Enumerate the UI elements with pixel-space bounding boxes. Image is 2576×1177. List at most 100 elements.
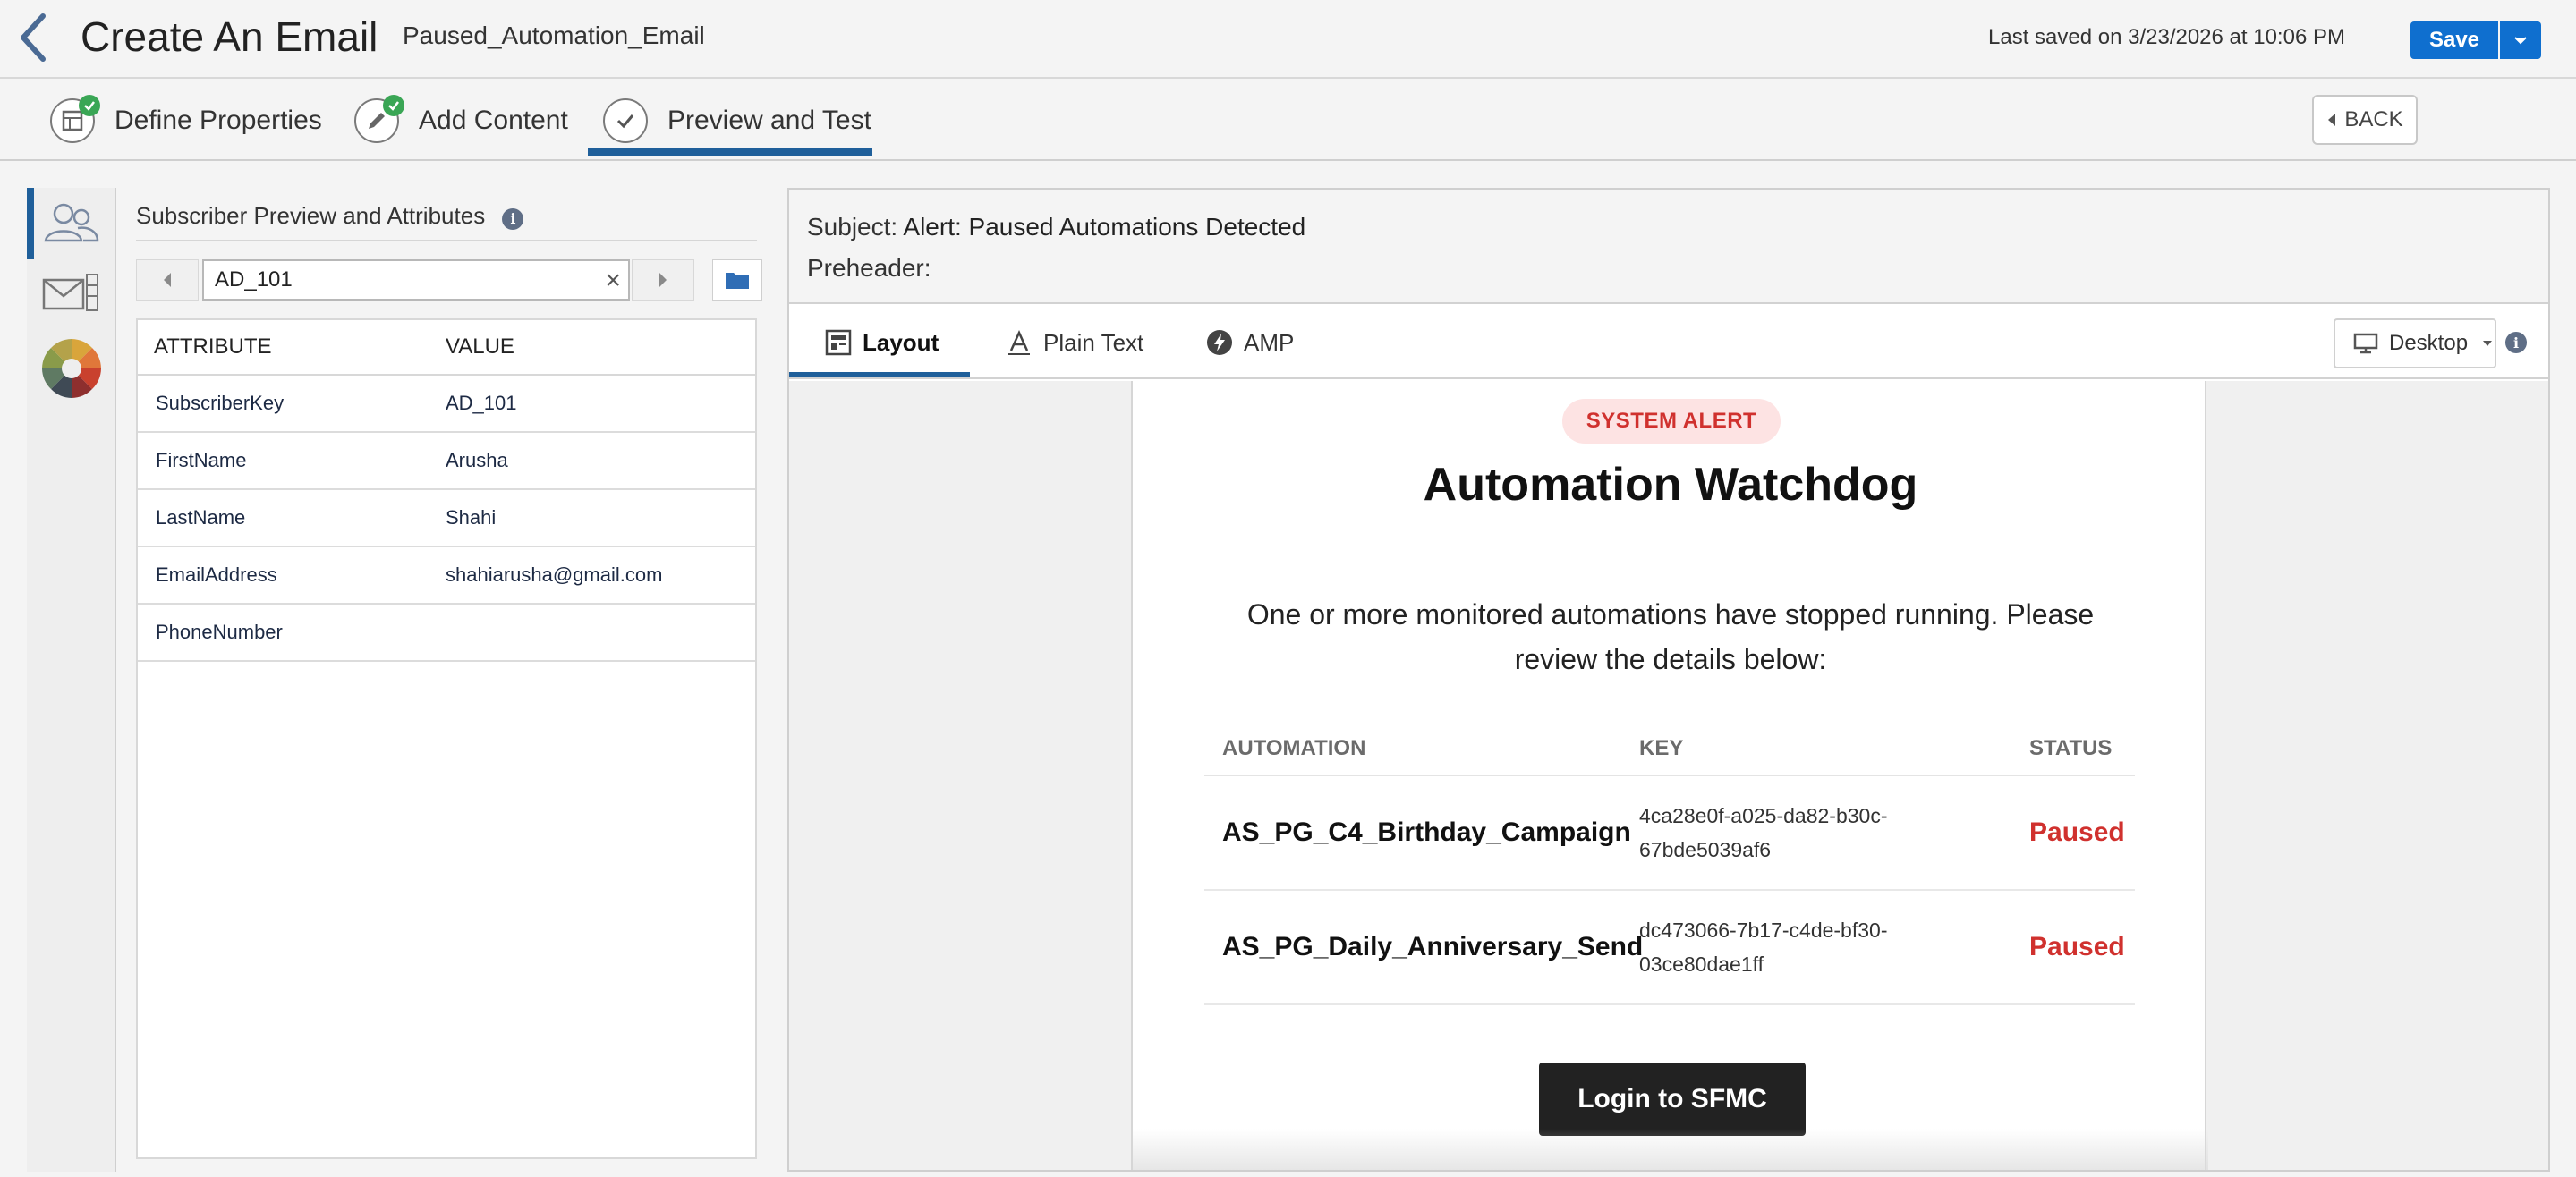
step-add-content[interactable]: Add Content <box>354 93 568 148</box>
next-subscriber-button[interactable] <box>632 259 694 301</box>
column-header: AUTOMATION <box>1222 736 1366 760</box>
previous-subscriber-button[interactable] <box>136 259 199 301</box>
define-properties-icon <box>50 95 100 143</box>
save-options-dropdown[interactable] <box>2500 21 2541 59</box>
layout-icon <box>825 329 852 356</box>
automations-table: AUTOMATION KEY STATUS AS_PG_C4_Birthday_… <box>1204 723 2135 1005</box>
email-preview-pane: Subject: Alert: Paused Automations Detec… <box>787 188 2550 1172</box>
key-line: dc473066-7b17-c4de-bf30- <box>1639 919 1888 942</box>
login-to-sfmc-button[interactable]: Login to SFMC <box>1539 1063 1806 1136</box>
subject-text: Alert: Paused Automations Detected <box>903 213 1306 241</box>
attribute-name: PhoneNumber <box>156 621 283 643</box>
complete-check-icon <box>383 95 404 116</box>
tab-label: Plain Text <box>1043 328 1144 356</box>
automation-name: AS_PG_Daily_Anniversary_Send <box>1222 932 1644 961</box>
clear-icon[interactable]: × <box>605 267 621 295</box>
preview-test-icon <box>603 98 648 143</box>
color-wheel-icon <box>42 339 101 398</box>
tab-label: AMP <box>1244 328 1295 356</box>
step-label: Add Content <box>419 106 568 135</box>
step-define-properties[interactable]: Define Properties <box>50 93 322 148</box>
subject-row: Subject: Alert: Paused Automations Detec… <box>807 213 1305 241</box>
key-line: 03ce80dae1ff <box>1639 953 1764 976</box>
attribute-value: AD_101 <box>446 392 517 414</box>
subscriber-preview-tool[interactable] <box>27 188 116 259</box>
system-alert-badge: SYSTEM ALERT <box>1562 399 1781 444</box>
caret-right-icon <box>659 273 667 287</box>
panel-title: Subscriber Preview and Attributes i <box>136 202 524 230</box>
desktop-icon <box>2353 333 2378 354</box>
step-label: Preview and Test <box>667 106 871 135</box>
back-button-label: BACK <box>2344 107 2403 131</box>
column-header: ATTRIBUTE <box>154 334 272 359</box>
column-header: STATUS <box>2029 736 2113 760</box>
divider <box>136 240 757 241</box>
subject-label: Subject: <box>807 213 898 241</box>
tab-plain-text[interactable]: Plain Text <box>1006 306 1143 379</box>
page-title: Create An Email <box>81 13 378 60</box>
attribute-name: LastName <box>156 506 246 529</box>
preheader-row: Preheader: <box>807 254 931 283</box>
email-body: SYSTEM ALERT Automation Watchdog One or … <box>1131 381 2208 1170</box>
color-contrast-tool[interactable] <box>27 333 116 404</box>
column-header: KEY <box>1639 736 1684 760</box>
device-dropdown[interactable]: Desktop <box>2334 318 2496 368</box>
email-intro-text: One or more monitored automations have s… <box>1246 598 2095 675</box>
attributes-table: ATTRIBUTE VALUE SubscriberKey AD_101 Fir… <box>136 318 757 1159</box>
panel-title-text: Subscriber Preview and Attributes <box>136 202 486 229</box>
table-row: PhoneNumber <box>138 605 755 662</box>
email-meta: Subject: Alert: Paused Automations Detec… <box>789 190 2548 304</box>
add-content-icon <box>354 95 404 143</box>
save-button[interactable]: Save <box>2410 21 2498 59</box>
last-saved-text: Last saved on 3/23/2026 at 10:06 PM <box>1988 25 2345 49</box>
email-name: Paused_Automation_Email <box>403 21 705 49</box>
preview-tools-rail <box>27 188 116 1172</box>
back-arrow-icon[interactable] <box>16 11 52 64</box>
attribute-value: shahiarusha@gmail.com <box>446 563 663 586</box>
tab-layout[interactable]: Layout <box>825 306 939 379</box>
top-header: Create An Email Paused_Automation_Email … <box>0 0 2576 79</box>
active-tab-indicator <box>789 372 970 377</box>
folder-icon <box>726 273 749 289</box>
automation-key: dc473066-7b17-c4de-bf30- 03ce80dae1ff <box>1621 913 2011 981</box>
preheader-label: Preheader: <box>807 254 931 282</box>
browse-subscribers-button[interactable] <box>712 259 762 301</box>
device-label: Desktop <box>2389 331 2469 355</box>
preview-tabs: Layout Plain Text AMP Desktop i <box>789 306 2548 379</box>
table-row: AS_PG_C4_Birthday_Campaign 4ca28e0f-a025… <box>1204 776 2135 891</box>
subscriber-attributes-panel: Subscriber Preview and Attributes i AD_1… <box>118 188 771 1172</box>
subscriber-search-input[interactable]: AD_101 × <box>202 259 630 301</box>
caret-left-icon <box>164 273 171 287</box>
amp-bolt-icon <box>1207 330 1232 355</box>
wizard-steps: Define Properties Add Content Preview an… <box>0 80 2576 161</box>
attribute-name: SubscriberKey <box>156 392 285 414</box>
email-test-icon <box>42 274 98 311</box>
text-icon <box>1008 329 1030 355</box>
key-line: 67bde5039af6 <box>1639 838 1772 861</box>
status-label: Paused <box>2029 932 2125 961</box>
status-label: Paused <box>2029 817 2125 847</box>
attributes-table-header: ATTRIBUTE VALUE <box>138 320 755 376</box>
attribute-value: Shahi <box>446 506 497 529</box>
chevron-down-icon <box>2483 341 2493 346</box>
email-canvas: SYSTEM ALERT Automation Watchdog One or … <box>789 381 2548 1170</box>
column-header: VALUE <box>446 334 514 359</box>
complete-check-icon <box>79 95 100 116</box>
table-row: FirstName Arusha <box>138 433 755 490</box>
info-icon[interactable]: i <box>502 207 524 230</box>
attribute-name: FirstName <box>156 449 247 471</box>
step-preview-and-test[interactable]: Preview and Test <box>603 93 871 148</box>
table-row: LastName Shahi <box>138 490 755 547</box>
caret-left-icon <box>2328 114 2336 126</box>
back-button[interactable]: BACK <box>2312 95 2418 145</box>
info-icon[interactable]: i <box>2505 332 2527 353</box>
attribute-value: Arusha <box>446 449 508 471</box>
scroll-fade <box>1133 1129 2208 1170</box>
tab-amp[interactable]: AMP <box>1206 306 1294 379</box>
test-send-tool[interactable] <box>27 259 116 331</box>
subscriber-input-value: AD_101 <box>215 267 293 292</box>
chevron-down-icon <box>2514 37 2527 45</box>
attribute-name: EmailAddress <box>156 563 277 586</box>
email-heading: Automation Watchdog <box>1423 459 1918 511</box>
people-icon <box>44 203 99 242</box>
